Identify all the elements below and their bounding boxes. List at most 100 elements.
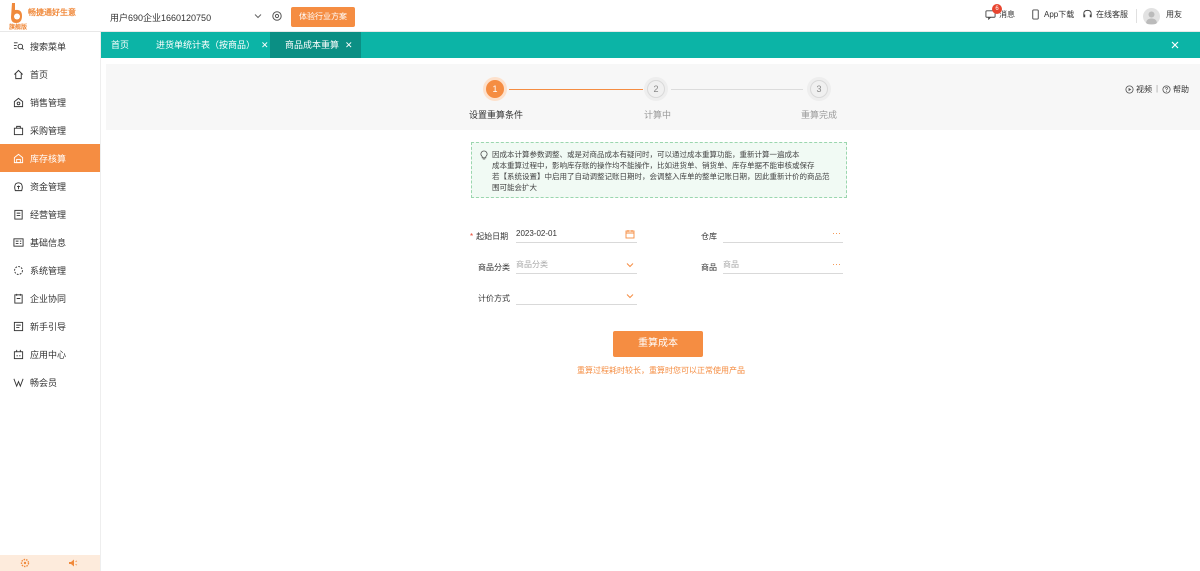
collab-icon — [14, 293, 23, 304]
user-icon — [1146, 11, 1157, 24]
sidebar-item-label: 应用中心 — [30, 349, 67, 360]
step-connector — [509, 89, 643, 90]
messages-button[interactable]: 6 消息 — [985, 4, 1015, 20]
sidebar-item-sales[interactable]: 销售管理 — [0, 88, 100, 116]
sidebar-item-system[interactable]: 系统管理 — [0, 256, 100, 284]
app-center-icon — [13, 349, 24, 359]
user-name[interactable]: 用友 — [1166, 9, 1182, 20]
pricing-method-select[interactable] — [516, 289, 637, 305]
chevron-down-icon — [626, 294, 634, 299]
play-circle-icon — [1125, 85, 1134, 94]
chevron-down-icon[interactable] — [252, 10, 264, 22]
chevron-down-icon — [626, 263, 634, 268]
sidebar-item-guide[interactable]: 新手引导 — [0, 312, 100, 340]
sidebar-item-search-menu[interactable]: 搜索菜单 — [0, 32, 100, 60]
step-2-circle: 2 — [647, 80, 665, 98]
app-download-button[interactable]: App下载 — [1030, 9, 1074, 20]
sidebar-item-purchase[interactable]: 采购管理 — [0, 116, 100, 144]
money-icon — [14, 181, 23, 191]
sidebar-item-inventory[interactable]: 库存核算 — [0, 144, 100, 172]
avatar[interactable] — [1143, 8, 1160, 25]
tab-label: 商品成本重算 — [285, 40, 340, 50]
notice-line: 因成本计算参数调整、或是对商品成本有疑问时，可以通过成本重算功能，重新计算一遍成… — [492, 150, 800, 159]
home-icon — [14, 69, 23, 79]
close-icon[interactable]: ✕ — [345, 40, 353, 50]
step-3-label: 重算完成 — [801, 110, 838, 120]
lightbulb-icon — [480, 150, 488, 160]
video-label: 视频 — [1136, 85, 1152, 94]
sidebar-item-label: 畅会员 — [30, 377, 58, 388]
notice-line: 若【系统设置】中启用了自动调整记账日期时，会调整入库单的整单记账日期，因此重新计… — [492, 172, 830, 181]
speaker-icon[interactable] — [68, 558, 78, 568]
more-options-icon[interactable]: ··· — [832, 226, 841, 240]
tab-label: 进货单统计表（按商品） — [156, 40, 256, 50]
more-options-icon[interactable]: ··· — [832, 257, 841, 271]
online-service-button[interactable]: 在线客服 — [1082, 9, 1128, 20]
sidebar-item-label: 资金管理 — [30, 181, 67, 192]
close-all-icon[interactable] — [1169, 39, 1181, 51]
notice-line: 围可能会扩大 — [492, 183, 537, 192]
recalculate-cost-button[interactable]: 重算成本 — [613, 331, 703, 357]
tab-purchase-stats[interactable]: 进货单统计表（按商品） ✕ — [156, 32, 269, 58]
tab-label: 首页 — [111, 40, 130, 50]
notice-line: 成本重算过程中，影响库存账的操作均不能操作，比如进货单、销货单、库存单据不能审核… — [492, 161, 815, 170]
sidebar-item-operations[interactable]: 经营管理 — [0, 200, 100, 228]
help-link[interactable]: 帮助 — [1162, 84, 1189, 95]
sidebar-item-label: 采购管理 — [30, 125, 67, 136]
sidebar-item-label: 系统管理 — [30, 265, 67, 276]
steps-panel: 1 2 3 设置重算条件 计算中 重算完成 视频 | 帮助 — [106, 64, 1200, 130]
sidebar-item-label: 销售管理 — [30, 97, 67, 108]
warehouse-field[interactable]: ··· — [723, 227, 843, 243]
purchase-icon — [13, 125, 24, 135]
sidebar-item-funds[interactable]: 资金管理 — [0, 172, 100, 200]
basic-info-icon — [13, 237, 24, 247]
info-notice: 因成本计算参数调整、或是对商品成本有疑问时，可以通过成本重算功能，重新计算一遍成… — [471, 142, 847, 198]
online-service-label: 在线客服 — [1096, 10, 1128, 19]
gear-icon[interactable] — [271, 10, 283, 22]
sidebar-item-label: 搜索菜单 — [30, 41, 67, 52]
main-content: 1 2 3 设置重算条件 计算中 重算完成 视频 | 帮助 因成本计算参数调整、… — [106, 64, 1200, 571]
start-date-label: * 起始日期 — [470, 232, 509, 241]
sidebar-item-label: 基础信息 — [30, 237, 67, 248]
start-date-field[interactable]: 2023-02-01 — [516, 227, 637, 243]
step-1-label: 设置重算条件 — [469, 110, 524, 120]
sidebar-item-home[interactable]: 首页 — [0, 60, 100, 88]
help-separator: | — [1156, 84, 1159, 93]
app-download-label: App下载 — [1044, 10, 1075, 19]
top-bar: 畅捷通好生意 旗舰版 用户690企业1660120750 体验行业方案 6 消息… — [0, 0, 1200, 32]
logo-mark-icon — [11, 3, 22, 23]
inventory-icon — [13, 153, 24, 163]
question-circle-icon — [1162, 85, 1171, 94]
sidebar-item-app-center[interactable]: 应用中心 — [0, 340, 100, 368]
tab-cost-recalc[interactable]: 商品成本重算 ✕ — [270, 32, 361, 58]
tab-home[interactable]: 首页 — [111, 32, 129, 58]
member-icon — [13, 378, 24, 387]
product-field[interactable]: 商品 ··· — [723, 258, 843, 274]
brand-logo[interactable]: 畅捷通好生意 旗舰版 — [9, 2, 101, 31]
message-count-badge: 6 — [992, 4, 1002, 14]
step-3-circle: 3 — [810, 80, 828, 98]
step-connector — [671, 89, 803, 90]
sidebar-item-label: 库存核算 — [30, 153, 67, 164]
video-link[interactable]: 视频 — [1125, 84, 1152, 95]
sidebar-item-basic-info[interactable]: 基础信息 — [0, 228, 100, 256]
sidebar-item-label: 新手引导 — [30, 321, 67, 332]
header-divider — [1136, 9, 1137, 23]
settings-icon[interactable] — [20, 558, 30, 568]
sidebar-item-collab[interactable]: 企业协同 — [0, 284, 100, 312]
account-selector[interactable]: 用户690企业1660120750 — [110, 11, 211, 24]
close-icon[interactable]: ✕ — [261, 40, 269, 50]
sidebar-item-label: 首页 — [30, 69, 49, 80]
product-placeholder: 商品 — [723, 260, 739, 269]
sidebar-footer — [0, 555, 100, 571]
phone-icon — [1032, 9, 1039, 20]
calendar-icon[interactable] — [625, 229, 635, 239]
category-placeholder: 商品分类 — [516, 260, 548, 269]
industry-trial-button[interactable]: 体验行业方案 — [291, 7, 355, 27]
sidebar-item-member[interactable]: 畅会员 — [0, 368, 100, 396]
pricing-method-label: 计价方式 — [478, 294, 510, 303]
search-menu-icon — [13, 41, 24, 50]
category-select[interactable]: 商品分类 — [516, 258, 637, 274]
start-date-value: 2023-02-01 — [516, 229, 557, 238]
system-icon — [14, 265, 23, 275]
